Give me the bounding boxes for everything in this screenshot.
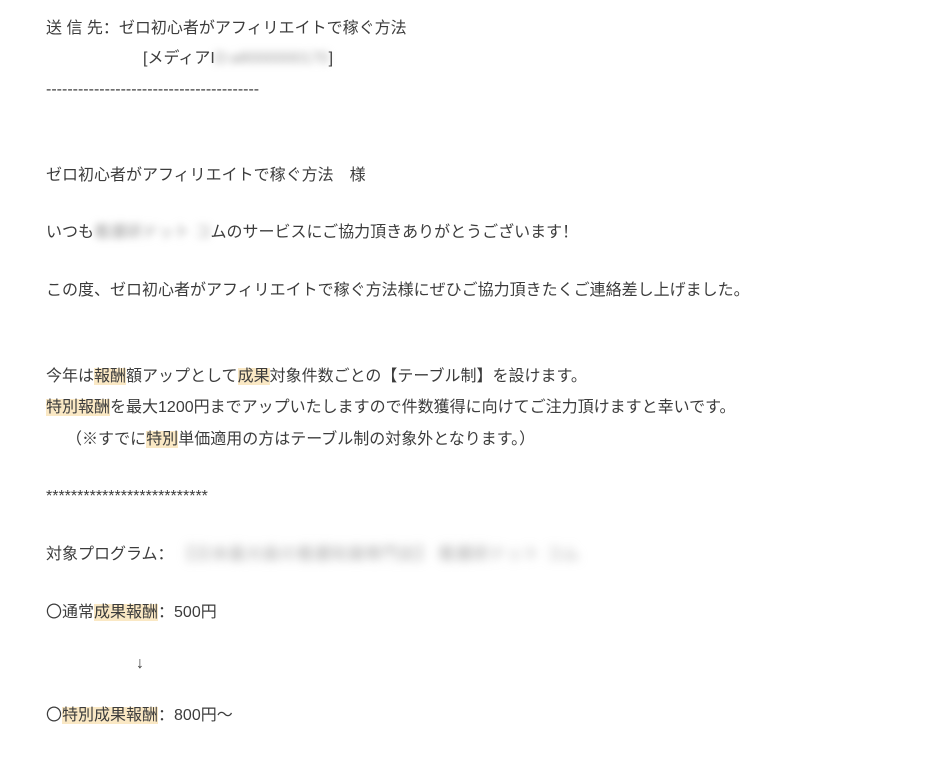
- intro-redacted: 看護研ドット コ: [94, 218, 210, 248]
- regular-b: ：500円: [158, 604, 217, 621]
- body2-b: 額アップとして: [126, 368, 238, 385]
- program-line: 対象プログラム： 【日本最大級の看護知識専門店】 看護研ドット コム: [46, 540, 904, 570]
- recipient-line: 送 信 先：ゼロ初心者がアフィリエイトで稼ぐ方法: [46, 14, 904, 44]
- body4-b: 単価適用の方はテーブル制の対象外となります。）: [178, 431, 535, 448]
- body-line-3: 特別報酬を最大1200円までアップいたしますので件数獲得に向けてご注力頂けますと…: [46, 393, 904, 423]
- regular-reward-line: 〇通常成果報酬：500円: [46, 598, 904, 628]
- media-prefix: [メディアI: [143, 50, 215, 67]
- intro-after: ムのサービスにご協力頂きありがとうございます！: [210, 224, 578, 241]
- body-line-2: 今年は報酬額アップとして成果対象件数ごとの【テーブル制】を設けます。: [46, 362, 904, 392]
- regular-hl: 成果報酬: [94, 604, 158, 621]
- divider-line: ----------------------------------------: [46, 75, 904, 105]
- body2-hl2: 成果: [238, 368, 270, 385]
- recipient-label: 送 信 先：: [46, 20, 119, 37]
- special-b: ：800円〜: [158, 707, 233, 724]
- intro-line: いつも看護研ドット コムのサービスにご協力頂きありがとうございます！: [46, 218, 904, 248]
- body3-a: を最大1200円までアップいたしますので件数獲得に向けてご注力頂けますと幸いです…: [110, 399, 736, 416]
- program-label: 対象プログラム：: [46, 546, 174, 563]
- arrow-down: ↓: [46, 649, 904, 679]
- special-reward-line: 〇特別成果報酬：800円〜: [46, 701, 904, 731]
- special-a: 〇: [46, 707, 62, 724]
- intro-pre: いつも: [46, 224, 94, 241]
- greeting-line: ゼロ初心者がアフィリエイトで稼ぐ方法 様: [46, 161, 904, 191]
- asterisks-divider: **************************: [46, 482, 904, 512]
- special-hl: 特別成果報酬: [62, 707, 158, 724]
- body2-hl1: 報酬: [94, 368, 126, 385]
- body4-a: （※すでに: [66, 431, 146, 448]
- body2-a: 今年は: [46, 368, 94, 385]
- body-line-1: この度、ゼロ初心者がアフィリエイトで稼ぐ方法様にぜひご協力頂きたくご連絡差し上げ…: [46, 276, 904, 306]
- body-line-4: （※すでに特別単価適用の方はテーブル制の対象外となります。）: [46, 425, 904, 455]
- body2-c: 対象件数ごとの【テーブル制】を設けます。: [270, 368, 587, 385]
- media-id-line: [メディアID:a8000000170]: [46, 44, 904, 74]
- body3-hl1: 特別報酬: [46, 399, 110, 416]
- media-id-redacted: D:a8000000170: [215, 44, 329, 74]
- regular-a: 〇通常: [46, 604, 94, 621]
- program-redacted: 【日本最大級の看護知識専門店】 看護研ドット コム: [178, 540, 580, 570]
- body4-hl1: 特別: [146, 431, 178, 448]
- media-suffix: ]: [329, 50, 333, 67]
- recipient-name: ゼロ初心者がアフィリエイトで稼ぐ方法: [119, 20, 407, 37]
